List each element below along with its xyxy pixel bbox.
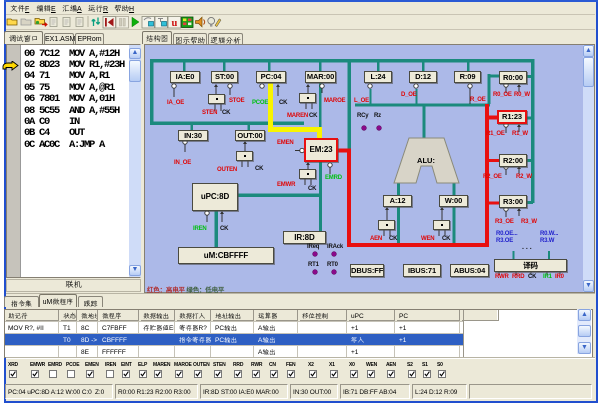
svg-text:ALU:: ALU: xyxy=(417,156,435,165)
